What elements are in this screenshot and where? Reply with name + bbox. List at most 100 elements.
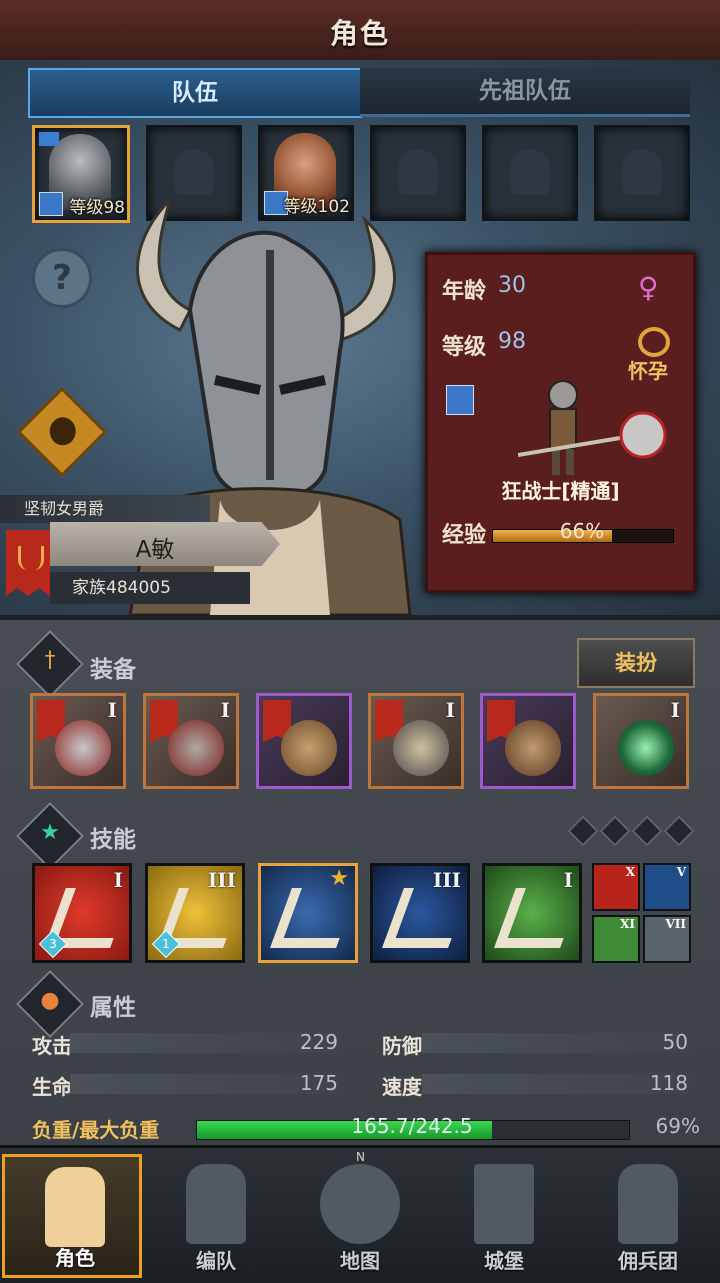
equip-slot-ring[interactable]: I <box>593 693 689 789</box>
passive-skill-1[interactable]: X <box>592 863 640 911</box>
sword-class-icon <box>39 192 63 216</box>
nav-map[interactable]: N 地图 <box>290 1150 430 1278</box>
tab-party[interactable]: 队伍 <box>28 68 362 118</box>
age-label: 年龄 <box>442 279 487 304</box>
level-label: 等级 <box>442 335 487 360</box>
nav-label: 佣兵团 <box>618 1249 678 1273</box>
skill-point-icon <box>567 815 599 847</box>
character-view: 队伍 先祖队伍 等级98 等级102 ? 坚韧女男爵 A敏 家族484005 年… <box>0 60 720 615</box>
skill-point-icon <box>663 815 695 847</box>
help-button[interactable]: ? <box>32 248 92 308</box>
skill-tier: III <box>207 868 236 892</box>
armor-icon <box>393 720 449 776</box>
skill-slot-3[interactable]: ★ <box>258 863 358 963</box>
compass-map-icon <box>320 1164 400 1244</box>
empty-helmet-icon <box>622 149 662 195</box>
flag-icon <box>39 132 59 146</box>
nav-label: 城堡 <box>484 1249 524 1273</box>
skill-slot-4[interactable]: III <box>370 863 470 963</box>
hp-value: 175 <box>299 1071 338 1095</box>
dress-up-button[interactable]: 装扮 <box>577 638 695 688</box>
equip-slot-armor[interactable]: I <box>368 693 464 789</box>
character-name-plate[interactable]: A敏 <box>50 522 280 566</box>
speed-label: 速度 <box>382 1075 422 1099</box>
page-title: 角色 <box>329 17 390 50</box>
skill-tier: I <box>113 868 123 892</box>
tab-ancestor-party[interactable]: 先祖队伍 <box>360 68 690 117</box>
attributes-section-icon: ● <box>16 970 84 1038</box>
attributes-heading: 属性 <box>90 995 136 1021</box>
skill-tier: V <box>676 865 686 879</box>
passive-skill-2[interactable]: V <box>643 863 691 911</box>
nav-castle[interactable]: 城堡 <box>434 1154 574 1278</box>
nav-label: 地图 <box>340 1249 380 1273</box>
party-slot-empty[interactable] <box>594 125 690 221</box>
xp-label: 经验 <box>442 523 487 548</box>
skill-tier: VII <box>665 917 686 931</box>
skill-tier: XI <box>620 917 635 931</box>
potion-icon[interactable] <box>16 386 108 478</box>
load-label: 负重/最大负重 <box>32 1118 160 1142</box>
knight-helmet-icon <box>186 1164 246 1244</box>
leaf-blade-icon <box>494 888 582 948</box>
skills-heading: 技能 <box>90 827 136 853</box>
info-card: 年龄 30 ♀ 等级 98 怀孕 狂战士[精通] 经验 66% <box>425 252 696 593</box>
equip-slot-weapon[interactable]: I <box>30 693 126 789</box>
level-value: 98 <box>498 329 526 354</box>
nav-label: 编队 <box>196 1249 236 1273</box>
nav-label: 角色 <box>55 1246 95 1270</box>
star-icon: ★ <box>329 866 349 891</box>
claw-slash-icon <box>270 888 358 948</box>
nav-character[interactable]: 角色 <box>2 1154 142 1278</box>
knight-icon <box>45 1167 105 1247</box>
skill-slot-2[interactable]: III 1 <box>145 863 245 963</box>
job-name: 狂战士[精通] <box>501 479 620 503</box>
load-percent: 69% <box>655 1114 700 1138</box>
load-value: 165.7/242.5 <box>351 1114 473 1138</box>
xp-percent: 66% <box>559 519 605 543</box>
skill-slot-1[interactable]: I3 <box>32 863 132 963</box>
ring-icon <box>638 327 670 357</box>
clan-id: 家族484005 <box>50 572 250 604</box>
equipment-section-icon: † <box>16 630 84 698</box>
gem-count: 1 <box>162 937 170 951</box>
axe-icon <box>168 720 224 776</box>
defense-value: 50 <box>662 1030 688 1054</box>
female-icon: ♀ <box>638 271 659 304</box>
boots-icon <box>505 720 561 776</box>
skill-point-icon <box>599 815 631 847</box>
mercenary-banner-icon <box>618 1164 678 1244</box>
skill-slot-5[interactable]: I <box>482 863 582 963</box>
attack-value: 229 <box>299 1030 338 1054</box>
axe-icon <box>55 720 111 776</box>
equip-tier: I <box>107 698 117 722</box>
skill-tier: III <box>432 868 461 892</box>
nav-formation[interactable]: 编队 <box>146 1154 286 1278</box>
character-title: 坚韧女男爵 <box>0 495 210 523</box>
equip-tier: I <box>670 698 680 722</box>
passive-skill-4[interactable]: VII <box>643 915 691 963</box>
compass-north-label: N <box>356 1150 365 1164</box>
defense-label: 防御 <box>382 1034 422 1058</box>
helmet-icon <box>281 720 337 776</box>
party-slot-empty[interactable] <box>482 125 578 221</box>
skill-tier: I <box>563 868 573 892</box>
nav-mercenaries[interactable]: 佣兵团 <box>578 1154 718 1278</box>
sword-class-icon <box>446 385 474 415</box>
passive-skill-3[interactable]: XI <box>592 915 640 963</box>
age-value: 30 <box>498 273 526 298</box>
attack-label: 攻击 <box>32 1034 72 1058</box>
equip-slot-boots[interactable] <box>480 693 576 789</box>
ring-icon <box>618 720 674 776</box>
speed-value: 118 <box>649 1071 688 1095</box>
bottom-nav: 角色 编队 N 地图 城堡 佣兵团 <box>0 1145 720 1283</box>
skill-point-icon <box>631 815 663 847</box>
crystal-sword-icon <box>382 888 470 948</box>
equip-tier: I <box>220 698 230 722</box>
equip-slot-offhand[interactable]: I <box>143 693 239 789</box>
castle-icon <box>474 1164 534 1244</box>
equip-slot-helmet[interactable] <box>256 693 352 789</box>
details-panel: † 装备 装扮 I I I I ★ 技能 I3 III 1 ★ III I X V… <box>0 615 720 1150</box>
empty-helmet-icon <box>510 149 550 195</box>
equip-tier: I <box>445 698 455 722</box>
